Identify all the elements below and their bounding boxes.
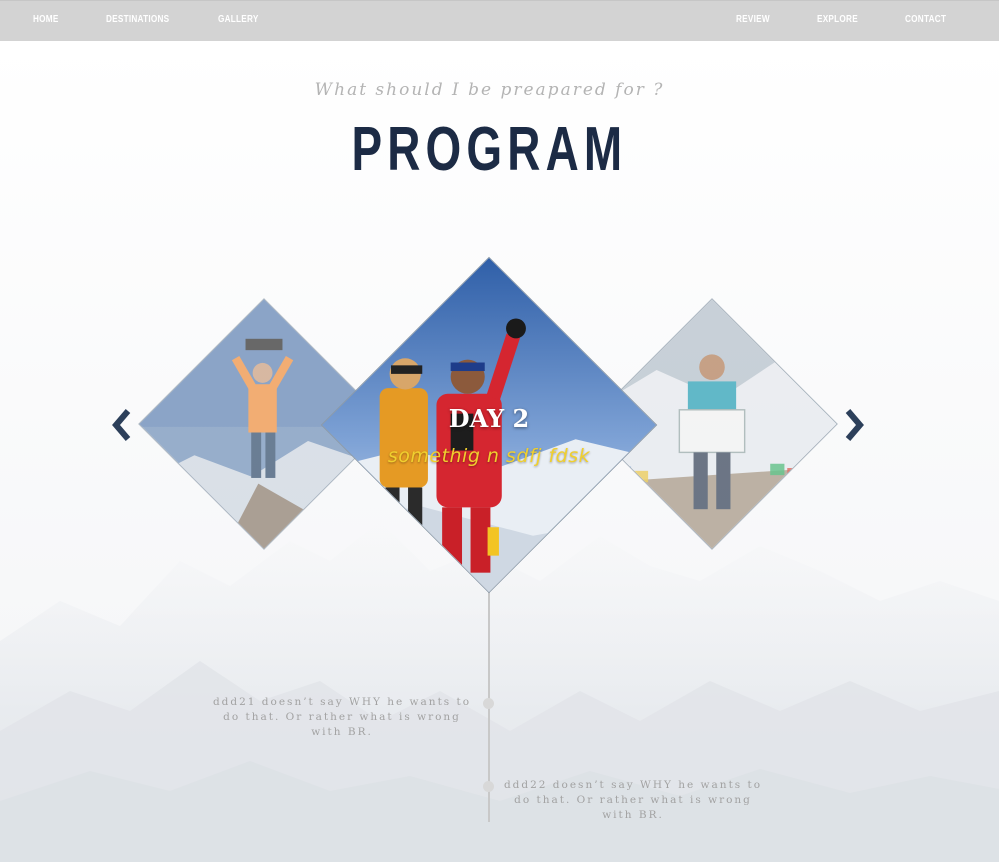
chevron-left-icon[interactable] [110, 407, 134, 443]
active-day-caption: somethig n sdfj fdsk [387, 445, 591, 467]
chevron-right-icon[interactable] [842, 407, 866, 443]
active-day-label: DAY 2 [448, 404, 530, 433]
nav-explore[interactable]: EXPLORE [817, 14, 858, 25]
nav-destinations[interactable]: DESTINATIONS [106, 14, 169, 25]
section-subtitle: What should I be preapared for ? [314, 80, 665, 100]
timeline-item: ddd21 doesn’t say WHY he wants to do tha… [212, 696, 472, 738]
nav-review[interactable]: REVIEW [736, 14, 770, 25]
nav-gallery[interactable]: GALLERY [218, 14, 259, 25]
nav-home[interactable]: HOME [33, 14, 59, 25]
top-nav: HOME DESTINATIONS GALLERY REVIEW EXPLORE… [0, 0, 999, 41]
timeline-dot [483, 698, 494, 709]
page-title: PROGRAM [351, 115, 628, 184]
timeline-dot [483, 781, 494, 792]
timeline-item: ddd22 doesn’t say WHY he wants to do tha… [503, 779, 763, 821]
nav-contact[interactable]: CONTACT [905, 14, 946, 25]
